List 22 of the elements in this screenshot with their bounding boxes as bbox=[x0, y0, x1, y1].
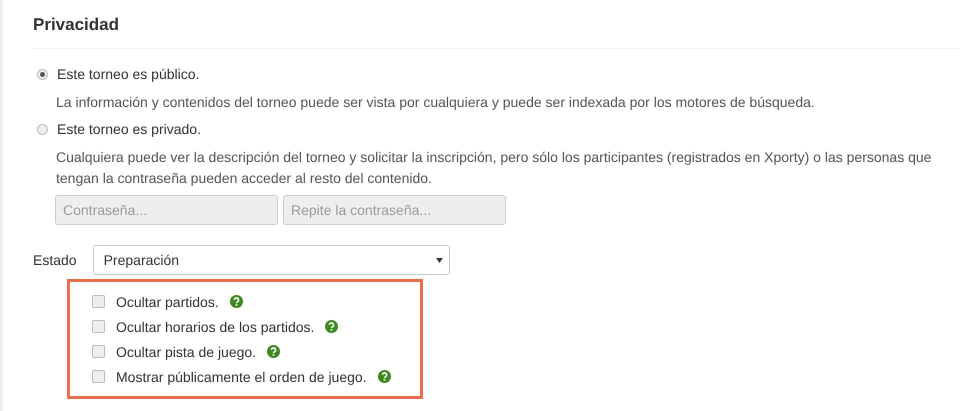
section-title: Privacidad bbox=[33, 14, 120, 36]
checkbox[interactable] bbox=[92, 345, 105, 358]
help-icon[interactable] bbox=[325, 320, 338, 333]
checkbox[interactable] bbox=[92, 295, 105, 308]
checkbox[interactable] bbox=[92, 320, 105, 333]
checkbox[interactable] bbox=[92, 370, 105, 383]
checkbox-label[interactable]: Ocultar horarios de los partidos. bbox=[116, 318, 314, 334]
checkbox-label[interactable]: Ocultar partidos. bbox=[116, 294, 219, 310]
help-icon[interactable] bbox=[230, 295, 243, 308]
radio-label[interactable]: Este torneo es público. bbox=[57, 66, 200, 82]
caret-icon bbox=[436, 258, 443, 262]
option-description: La información y contenidos del torneo puede ser vista por cualquiera y puede ser indexada por los motores de búsqueda. bbox=[56, 93, 816, 112]
radio-label[interactable]: Este torneo es privado. bbox=[57, 121, 201, 137]
checkbox-label[interactable]: Mostrar públicamente el orden de juego. bbox=[116, 368, 367, 384]
status-dropdown[interactable]: Preparación bbox=[92, 245, 450, 275]
option-description: Cualquiera puede ver la descripción del torneo y solicitar la inscripción, pero sólo los participantes (registrados en Xporty) o las personas que tengan la contraseña pueden acceder al resto del contenido. bbox=[56, 148, 932, 188]
checkbox-label[interactable]: Ocultar pista de juego. bbox=[116, 344, 256, 360]
status-label: Estado bbox=[33, 252, 77, 268]
help-icon[interactable] bbox=[378, 370, 391, 383]
radio-button[interactable] bbox=[37, 68, 48, 80]
help-icon[interactable] bbox=[267, 345, 280, 358]
radio-button[interactable] bbox=[37, 124, 48, 134]
